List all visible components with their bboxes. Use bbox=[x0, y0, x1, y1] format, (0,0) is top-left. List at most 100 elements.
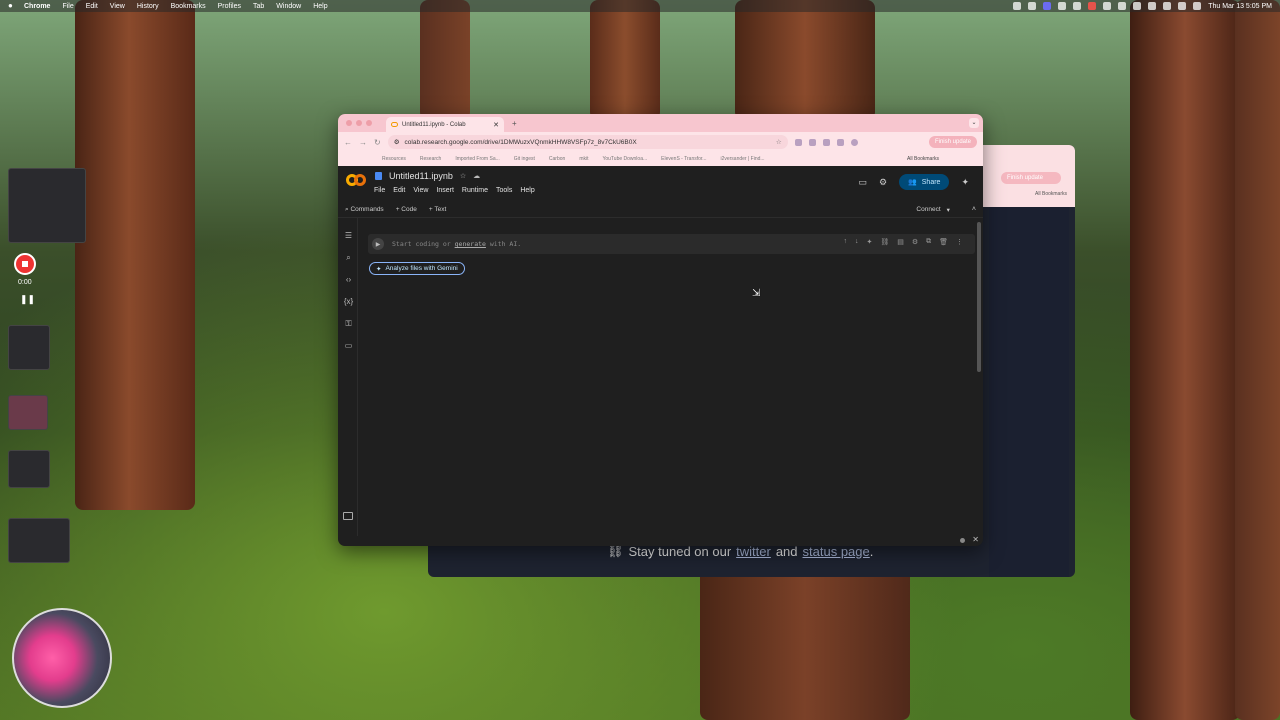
control-center-icon[interactable] bbox=[1193, 2, 1202, 10]
search-icon[interactable] bbox=[1178, 2, 1187, 10]
close-window-button[interactable] bbox=[346, 120, 352, 126]
wifi-icon[interactable] bbox=[1148, 2, 1157, 10]
notebook-title[interactable]: Untitled11.ipynb bbox=[389, 171, 453, 181]
extension-icon[interactable] bbox=[794, 138, 802, 146]
stage-thumbnail[interactable] bbox=[8, 450, 50, 488]
menu-window[interactable]: Window bbox=[276, 3, 301, 10]
share-button[interactable]: 👥 Share bbox=[899, 174, 950, 190]
delete-icon[interactable]: 🗑 bbox=[939, 238, 948, 246]
star-icon[interactable]: ☆ bbox=[460, 172, 466, 180]
menu-profiles[interactable]: Profiles bbox=[218, 3, 241, 10]
menu-view[interactable]: View bbox=[110, 3, 125, 10]
bookmark-star-icon[interactable]: ☆ bbox=[776, 138, 782, 146]
site-info-icon[interactable]: ⚙ bbox=[394, 138, 400, 146]
tray-icon[interactable] bbox=[1028, 2, 1037, 10]
colab-logo-icon[interactable] bbox=[346, 174, 366, 186]
notebook-menu-tools[interactable]: Tools bbox=[496, 187, 512, 194]
reload-icon[interactable]: ↻ bbox=[374, 138, 381, 147]
extensions-puzzle-icon[interactable] bbox=[836, 138, 844, 146]
notebook-menu-file[interactable]: File bbox=[374, 187, 385, 194]
gemini-sparkle-icon[interactable]: ✦ bbox=[961, 177, 969, 188]
finish-update-button[interactable]: Finish update bbox=[1001, 172, 1061, 184]
back-icon[interactable]: ← bbox=[344, 138, 352, 147]
code-cell[interactable]: ▶ Start coding or generate with AI. ↑ ↓ … bbox=[368, 234, 975, 254]
all-bookmarks-link[interactable]: All Bookmarks bbox=[907, 156, 939, 162]
menu-help[interactable]: Help bbox=[313, 3, 327, 10]
table-of-contents-icon[interactable]: ☰ bbox=[343, 230, 354, 241]
more-options-icon[interactable]: ⋮ bbox=[956, 238, 963, 246]
add-code-button[interactable]: + Code bbox=[396, 206, 417, 213]
address-bar[interactable]: ⚙ colab.research.google.com/drive/1DMWuz… bbox=[387, 135, 788, 149]
settings-gear-icon[interactable]: ⚙ bbox=[879, 177, 887, 188]
menu-file[interactable]: File bbox=[62, 3, 73, 10]
tab-colab[interactable]: Untitled11.ipynb - Colab ✕ bbox=[386, 117, 504, 132]
minimize-window-button[interactable] bbox=[356, 120, 362, 126]
notebook-menu-help[interactable]: Help bbox=[520, 187, 534, 194]
finish-update-button[interactable]: Finish update bbox=[928, 136, 977, 148]
pause-icon[interactable]: ❚❚ bbox=[20, 294, 35, 305]
move-up-icon[interactable]: ↑ bbox=[843, 238, 847, 246]
terminal-icon[interactable] bbox=[343, 512, 353, 520]
battery-icon[interactable] bbox=[1163, 2, 1172, 10]
tab-search-icon[interactable]: ⌄ bbox=[969, 118, 979, 128]
notebook-menu-edit[interactable]: Edit bbox=[393, 187, 405, 194]
run-cell-button[interactable]: ▶ bbox=[372, 238, 384, 250]
chevron-down-icon[interactable]: ▾ bbox=[947, 206, 950, 214]
settings-icon[interactable]: ⚙ bbox=[912, 238, 918, 246]
commands-button[interactable]: ⌕ Commands bbox=[345, 206, 384, 214]
profile-avatar[interactable] bbox=[850, 138, 858, 146]
sparkle-icon[interactable]: ✦ bbox=[866, 238, 872, 246]
tray-icon[interactable] bbox=[1088, 2, 1097, 10]
bookmark-item[interactable]: Resources bbox=[382, 156, 406, 162]
notebook-menu-runtime[interactable]: Runtime bbox=[462, 187, 488, 194]
bookmark-item[interactable]: ElevenS - Transfor... bbox=[661, 156, 706, 162]
move-down-icon[interactable]: ↓ bbox=[855, 238, 859, 246]
tray-icon[interactable] bbox=[1118, 2, 1127, 10]
tray-icon[interactable] bbox=[1073, 2, 1082, 10]
close-icon[interactable]: ✕ bbox=[972, 535, 979, 544]
chrome-window[interactable]: Untitled11.ipynb - Colab ✕ + ⌄ ← → ↻ ⚙ c… bbox=[338, 114, 983, 546]
bookmark-item[interactable]: i2versander | Find... bbox=[720, 156, 764, 162]
notebook-menu-insert[interactable]: Insert bbox=[436, 187, 454, 194]
scrollbar[interactable] bbox=[977, 222, 981, 372]
find-replace-icon[interactable]: ⌕ bbox=[343, 252, 354, 263]
connect-button[interactable]: Connect ▾ bbox=[916, 206, 949, 214]
mirror-cell-icon[interactable]: ⧉ bbox=[926, 238, 931, 246]
menu-history[interactable]: History bbox=[137, 3, 159, 10]
clock[interactable]: Thu Mar 13 5:05 PM bbox=[1208, 3, 1272, 10]
link-icon[interactable]: ⛓ bbox=[880, 238, 889, 246]
add-text-button[interactable]: + Text bbox=[429, 206, 446, 213]
cloud-icon[interactable]: ☁ bbox=[473, 172, 480, 180]
comment-icon[interactable]: ▤ bbox=[897, 238, 904, 246]
stage-thumbnail[interactable] bbox=[8, 518, 70, 563]
tray-icon[interactable] bbox=[1013, 2, 1022, 10]
stage-thumbnail[interactable] bbox=[8, 168, 86, 243]
new-tab-icon[interactable]: + bbox=[512, 119, 517, 128]
bookmark-item[interactable]: mkit bbox=[579, 156, 588, 162]
chevron-up-icon[interactable]: ˄ bbox=[972, 206, 976, 213]
close-tab-icon[interactable]: ✕ bbox=[493, 121, 499, 129]
apple-icon[interactable]: ● bbox=[8, 2, 16, 10]
tray-icon[interactable] bbox=[1043, 2, 1052, 10]
bookmark-item[interactable]: Research bbox=[420, 156, 441, 162]
notebook-menu-view[interactable]: View bbox=[413, 187, 428, 194]
menu-edit[interactable]: Edit bbox=[86, 3, 98, 10]
menu-bookmarks[interactable]: Bookmarks bbox=[171, 3, 206, 10]
menu-tab[interactable]: Tab bbox=[253, 3, 264, 10]
menu-app-name[interactable]: Chrome bbox=[24, 3, 50, 10]
cell-placeholder[interactable]: Start coding or generate with AI. bbox=[392, 240, 521, 248]
tray-icon[interactable] bbox=[1103, 2, 1112, 10]
bookmark-item[interactable]: Imported From Sa... bbox=[455, 156, 499, 162]
extension-icon[interactable] bbox=[808, 138, 816, 146]
bookmark-item[interactable]: Carbon bbox=[549, 156, 565, 162]
all-bookmarks-link[interactable]: All Bookmarks bbox=[1035, 191, 1067, 197]
stage-thumbnail[interactable] bbox=[8, 325, 50, 370]
variables-icon[interactable]: {x} bbox=[343, 296, 354, 307]
record-stop-button[interactable] bbox=[14, 253, 36, 275]
bookmark-item[interactable]: Git ingest bbox=[514, 156, 535, 162]
files-folder-icon[interactable]: ▭ bbox=[343, 340, 354, 351]
bookmark-item[interactable]: YouTube Downloa... bbox=[602, 156, 647, 162]
zoom-window-button[interactable] bbox=[366, 120, 372, 126]
secrets-key-icon[interactable]: ⚿ bbox=[343, 318, 354, 329]
extension-icon[interactable] bbox=[822, 138, 830, 146]
